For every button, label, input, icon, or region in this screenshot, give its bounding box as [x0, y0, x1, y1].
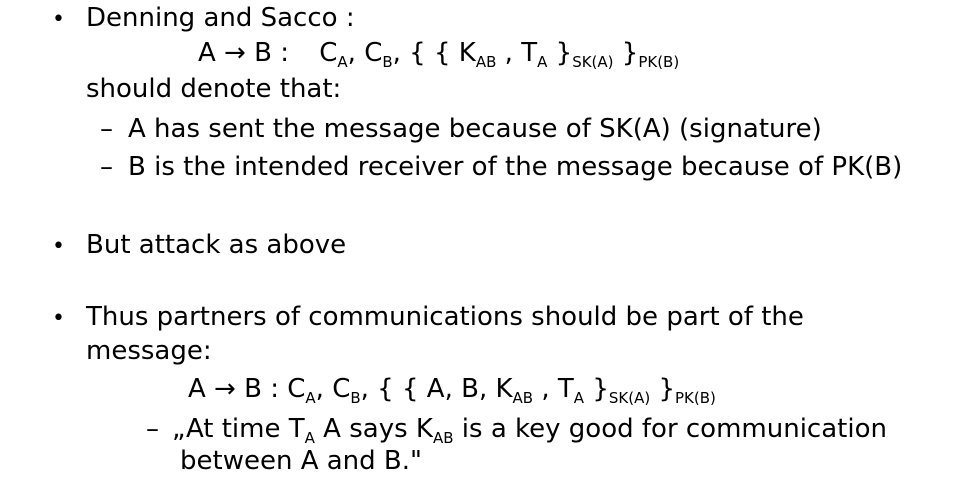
formula-t-sub: A [537, 53, 548, 71]
formula-close-outer: } [658, 374, 675, 404]
formula-ca-sub: A [337, 53, 348, 71]
formula-close-inner: } [592, 374, 609, 404]
formula-close-inner-sub: SK(A) [608, 389, 651, 407]
formula-cb-sub: B [350, 389, 361, 407]
subitem-marker: – [100, 114, 113, 144]
bullet-text-attack: But attack as above [86, 230, 347, 260]
bullet-marker: • [52, 234, 65, 259]
formula-k: K [495, 374, 513, 404]
formula-k-sub: AB [475, 53, 497, 71]
subitem-marker: – [100, 152, 113, 182]
formula-open: { { A, B, [377, 374, 488, 404]
formula-ca: C [319, 38, 338, 68]
quote-part1: „At time T [172, 414, 305, 444]
formula-lhs: A → B : [198, 38, 289, 68]
formula-close-inner-sub: SK(A) [572, 53, 614, 71]
formula-close-outer-sub: PK(B) [675, 389, 716, 407]
bullet-marker: • [52, 7, 65, 32]
formula-fixed: A → B : CA, CB, { { A, B, KAB , TA }SK(A… [188, 374, 716, 407]
formula-k: K [458, 38, 476, 68]
formula-ca-sub: A [305, 389, 316, 407]
formula-denning-sacco: A → B : CA, CB, { { KAB , TA }SK(A) }PK(… [198, 38, 680, 71]
formula-close-outer: } [621, 38, 639, 68]
quote-t-sub: A [304, 429, 315, 447]
subitem-receiver: B is the intended receiver of the messag… [128, 152, 903, 182]
formula-t-sub: A [573, 389, 585, 407]
bullet-text-partners-cont: message: [86, 336, 212, 366]
bullet-text-denning-sacco: Denning and Sacco : [86, 3, 355, 33]
formula-open: { { [409, 38, 451, 68]
slide: { "bullets": [ { "marker": "•", "text": … [0, 0, 960, 496]
formula-close-inner: } [555, 38, 573, 68]
quote-part2: A says K [323, 414, 433, 444]
formula-k-sub: AB [512, 389, 534, 407]
formula-lhs: A → B : [188, 374, 279, 404]
formula-t: T [521, 38, 538, 68]
formula-ca: C [287, 374, 306, 404]
subitem-signature: A has sent the message because of SK(A) … [128, 114, 822, 144]
quote-line-2: between A and B." [180, 446, 422, 476]
bullet-marker: • [52, 306, 65, 331]
quote-part3: is a key good for communication [461, 414, 887, 444]
formula-cb: C [332, 374, 351, 404]
continuation-text: should denote that: [86, 74, 342, 104]
subitem-marker: – [146, 414, 159, 444]
formula-cb: C [364, 38, 383, 68]
formula-cb-sub: B [382, 53, 393, 71]
quote-line-1: „At time TA A says KAB is a key good for… [172, 414, 887, 446]
quote-k-sub: AB [432, 429, 454, 447]
formula-close-outer-sub: PK(B) [638, 53, 680, 71]
formula-t: T [557, 374, 574, 404]
bullet-text-partners: Thus partners of communications should b… [86, 302, 804, 332]
